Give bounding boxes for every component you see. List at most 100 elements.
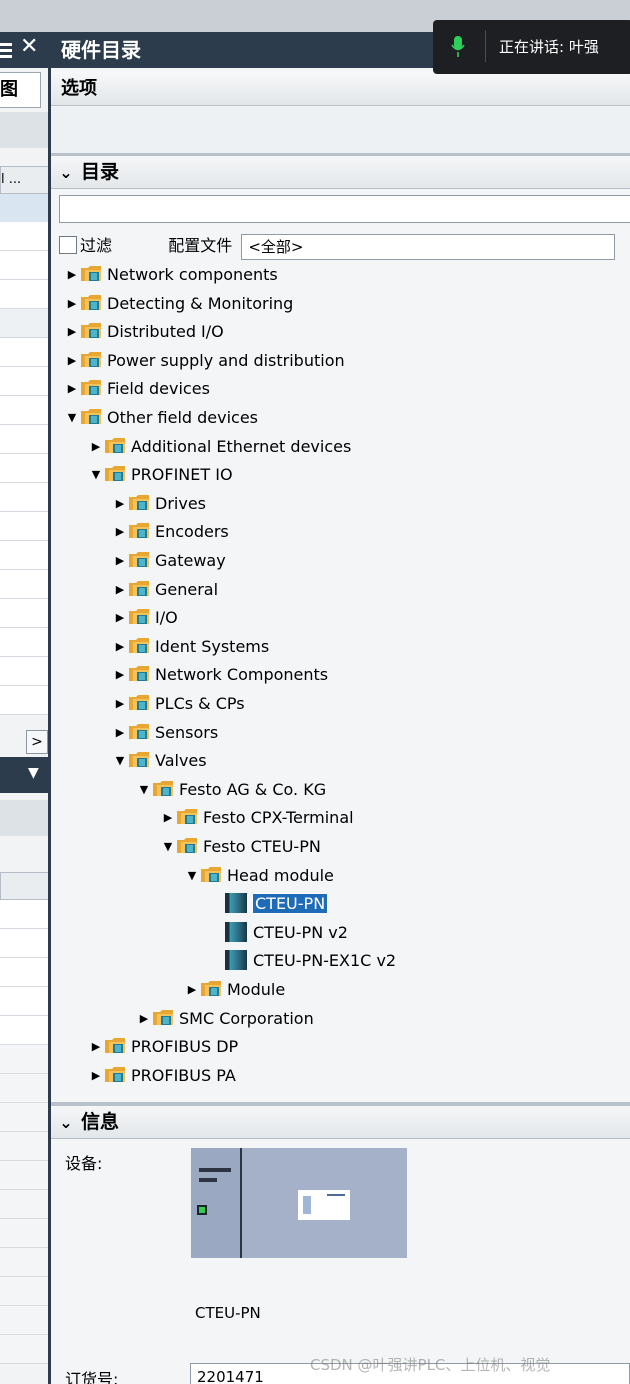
tree-folder-item[interactable]: ▶ Gateway xyxy=(111,547,226,575)
tree-folder-item[interactable]: ▶ Festo CPX-Terminal xyxy=(159,804,354,832)
left-row[interactable] xyxy=(0,338,48,367)
left-row[interactable] xyxy=(0,599,48,628)
left-row[interactable] xyxy=(0,570,48,599)
tree-folder-item[interactable]: ▶ PLCs & CPs xyxy=(111,690,245,718)
column-header-2[interactable] xyxy=(0,872,48,900)
expand-right-icon[interactable]: ▶ xyxy=(63,347,81,375)
tree-folder-item[interactable]: ▶ Ident Systems xyxy=(111,633,269,661)
tree-folder-item[interactable]: ▶ PROFIBUS PA xyxy=(87,1062,236,1090)
tree-device-item[interactable]: CTEU-PN v2 xyxy=(207,919,348,947)
expand-right-icon[interactable]: ▶ xyxy=(111,518,129,546)
expand-right-icon[interactable]: ▶ xyxy=(111,576,129,604)
tree-folder-item[interactable]: ▶ Field devices xyxy=(63,375,210,403)
expand-right-icon[interactable]: ▶ xyxy=(111,490,129,518)
chevron-down-icon[interactable]: ⌄ xyxy=(51,157,81,189)
catalog-section-header[interactable]: ⌄ 目录 xyxy=(51,156,630,189)
tree-folder-item[interactable]: ▼ Other field devices xyxy=(63,404,258,432)
left-row[interactable] xyxy=(0,1016,48,1045)
left-panel-tab[interactable]: 图 xyxy=(0,72,41,108)
expand-right-icon[interactable]: ▶ xyxy=(111,719,129,747)
left-row[interactable] xyxy=(0,1045,48,1074)
minimize-icon[interactable] xyxy=(0,40,12,60)
tree-folder-item[interactable]: ▶ Detecting & Monitoring xyxy=(63,290,294,318)
expand-down-icon[interactable]: ▼ xyxy=(135,776,153,804)
left-row[interactable] xyxy=(0,1335,48,1364)
left-row[interactable] xyxy=(0,512,48,541)
scroll-right-icon[interactable]: > xyxy=(26,730,48,754)
tree-folder-item[interactable]: ▶ General xyxy=(111,576,218,604)
left-row[interactable] xyxy=(0,900,48,929)
expand-right-icon[interactable]: ▶ xyxy=(63,318,81,346)
left-row[interactable] xyxy=(0,1248,48,1277)
microphone-icon[interactable] xyxy=(451,36,465,62)
chevron-down-icon[interactable]: ⌄ xyxy=(51,1107,81,1139)
expand-right-icon[interactable]: ▶ xyxy=(63,261,81,289)
left-row[interactable] xyxy=(0,1132,48,1161)
search-input[interactable] xyxy=(59,195,630,223)
expand-right-icon[interactable]: ▶ xyxy=(135,1005,153,1033)
tree-folder-item[interactable]: ▼ PROFINET IO xyxy=(87,461,233,489)
tree-device-item[interactable]: CTEU-PN xyxy=(207,890,329,918)
tree-folder-item[interactable]: ▶ Network components xyxy=(63,261,278,289)
expand-right-icon[interactable]: ▶ xyxy=(111,633,129,661)
left-row[interactable] xyxy=(0,987,48,1016)
expand-right-icon[interactable]: ▶ xyxy=(111,690,129,718)
left-row[interactable] xyxy=(0,628,48,657)
left-row[interactable] xyxy=(0,1306,48,1335)
left-row[interactable] xyxy=(0,541,48,570)
info-section-header[interactable]: ⌄ 信息 xyxy=(51,1106,630,1139)
left-row[interactable] xyxy=(0,222,48,251)
expand-right-icon[interactable]: ▶ xyxy=(111,604,129,632)
filter-checkbox[interactable] xyxy=(59,236,77,254)
left-row[interactable] xyxy=(0,1190,48,1219)
tree-folder-item[interactable]: ▶ Network Components xyxy=(111,661,328,689)
tree-folder-item[interactable]: ▶ Additional Ethernet devices xyxy=(87,433,352,461)
expand-down-icon[interactable]: ▼ xyxy=(159,833,177,861)
voice-chat-indicator[interactable]: 正在讲话: 叶强 xyxy=(433,20,630,74)
column-header[interactable]: l ... xyxy=(0,166,48,194)
expand-right-icon[interactable]: ▶ xyxy=(111,547,129,575)
expand-down-icon[interactable]: ▼ xyxy=(87,461,105,489)
left-row[interactable] xyxy=(0,251,48,280)
tree-folder-item[interactable]: ▶ Power supply and distribution xyxy=(63,347,345,375)
expand-right-icon[interactable]: ▶ xyxy=(111,661,129,689)
tree-folder-item[interactable]: ▶ Distributed I/O xyxy=(63,318,224,346)
tree-folder-item[interactable]: ▼ Festo CTEU-PN xyxy=(159,833,321,861)
expand-right-icon[interactable]: ▶ xyxy=(87,433,105,461)
left-row[interactable] xyxy=(0,1103,48,1132)
options-section-header[interactable]: 选项 xyxy=(51,72,630,106)
left-row[interactable] xyxy=(0,309,48,338)
left-row[interactable] xyxy=(0,958,48,987)
expand-down-icon[interactable]: ▼ xyxy=(111,747,129,775)
expand-down-icon[interactable]: ▼ xyxy=(63,404,81,432)
tree-folder-item[interactable]: ▼ Festo AG & Co. KG xyxy=(135,776,326,804)
tree-device-item[interactable]: CTEU-PN-EX1C v2 xyxy=(207,947,396,975)
expand-right-icon[interactable]: ▶ xyxy=(159,804,177,832)
expand-right-icon[interactable]: ▶ xyxy=(87,1033,105,1061)
left-row[interactable] xyxy=(0,686,48,715)
tree-folder-item[interactable]: ▶ PROFIBUS DP xyxy=(87,1033,238,1061)
left-row[interactable] xyxy=(0,657,48,686)
expand-right-icon[interactable]: ▶ xyxy=(87,1062,105,1090)
left-row-selected[interactable] xyxy=(0,194,48,222)
left-row[interactable] xyxy=(0,483,48,512)
tree-folder-item[interactable]: ▼ Head module xyxy=(183,862,334,890)
left-row[interactable] xyxy=(0,454,48,483)
tree-folder-item[interactable]: ▶ I/O xyxy=(111,604,178,632)
expand-right-icon[interactable]: ▶ xyxy=(63,375,81,403)
expand-down-icon[interactable]: ▼ xyxy=(183,862,201,890)
left-row[interactable] xyxy=(0,280,48,309)
tree-folder-item[interactable]: ▶ Drives xyxy=(111,490,206,518)
expand-right-icon[interactable]: ▶ xyxy=(63,290,81,318)
expand-right-icon[interactable]: ▶ xyxy=(183,976,201,1004)
left-row[interactable] xyxy=(0,929,48,958)
tree-folder-item[interactable]: ▶ SMC Corporation xyxy=(135,1005,314,1033)
left-row[interactable] xyxy=(0,1219,48,1248)
profile-dropdown[interactable]: <全部> xyxy=(241,233,616,260)
left-row[interactable] xyxy=(0,396,48,425)
tree-folder-item[interactable]: ▼ Valves xyxy=(111,747,207,775)
tree-folder-item[interactable]: ▶ Sensors xyxy=(111,719,218,747)
tree-folder-item[interactable]: ▶ Encoders xyxy=(111,518,229,546)
left-row[interactable] xyxy=(0,425,48,454)
left-row[interactable] xyxy=(0,1074,48,1103)
